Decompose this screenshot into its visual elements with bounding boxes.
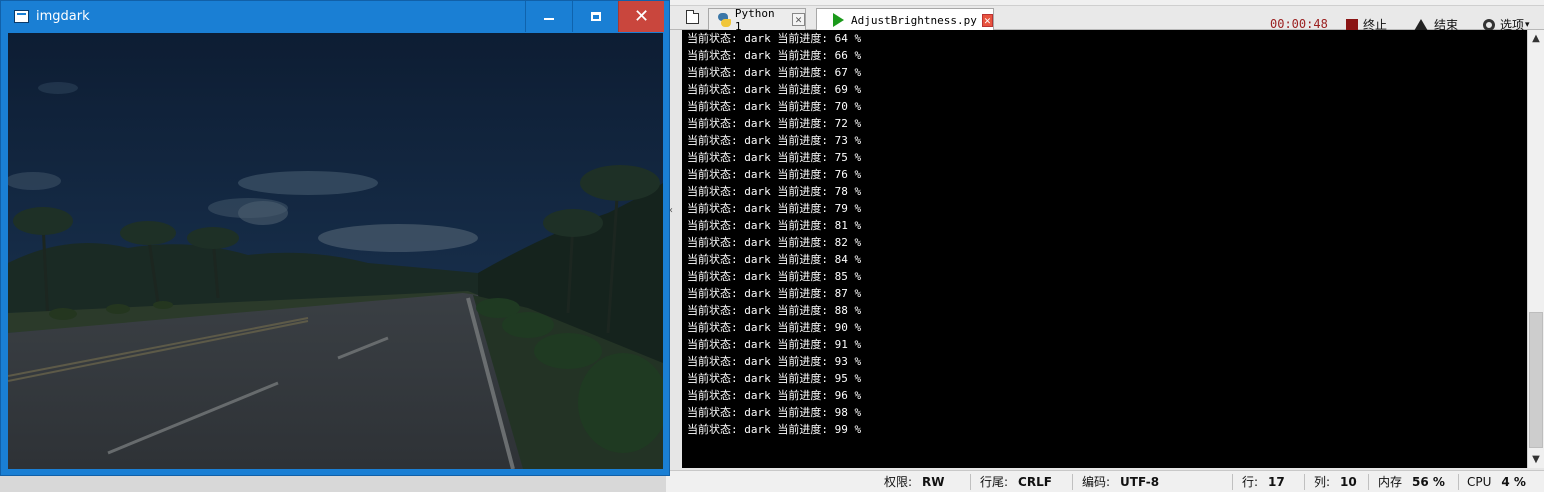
status-bar: 权限: RW 行尾: CRLF 编码: UTF-8 行: 17 列: 10 内存 56 % … xyxy=(666,470,1544,492)
status-row-label: 行: xyxy=(1242,475,1259,489)
warning-icon xyxy=(1414,18,1428,31)
tab-adjust-brightness-close-icon[interactable]: ✕ xyxy=(981,13,993,27)
status-col-label: 列: xyxy=(1314,475,1331,489)
console-line: 当前状态: dark 当前进度: 76 % xyxy=(687,168,862,181)
console-line: 当前状态: dark 当前进度: 84 % xyxy=(687,253,862,266)
status-eol-label: 行尾: xyxy=(980,475,1009,489)
window-app-icon xyxy=(14,10,29,23)
console-line: 当前状态: dark 当前进度: 70 % xyxy=(687,100,862,113)
status-encoding-label: 编码: xyxy=(1082,475,1111,489)
console-line: 当前状态: dark 当前进度: 93 % xyxy=(687,355,862,368)
status-memory-value: 56 % xyxy=(1412,475,1445,489)
status-divider xyxy=(970,474,971,490)
console-line: 当前状态: dark 当前进度: 79 % xyxy=(687,202,862,215)
status-line-ending: 行尾: CRLF xyxy=(980,474,1052,490)
status-divider xyxy=(1232,474,1233,490)
new-file-icon[interactable] xyxy=(686,10,699,24)
status-permission-value: RW xyxy=(922,475,945,489)
image-window[interactable]: imgdark ✕ xyxy=(0,0,670,476)
stop-icon xyxy=(1346,18,1358,31)
console-line: 当前状态: dark 当前进度: 67 % xyxy=(687,66,862,79)
scrollbar-thumb[interactable] xyxy=(1529,312,1543,448)
console-line: 当前状态: dark 当前进度: 99 % xyxy=(687,423,862,436)
status-divider xyxy=(1304,474,1305,490)
console-output-lines: 当前状态: dark 当前进度: 64 % 当前状态: dark 当前进度: 66… xyxy=(687,30,861,438)
status-divider xyxy=(1368,474,1369,490)
console-line: 当前状态: dark 当前进度: 72 % xyxy=(687,117,862,130)
console-line: 当前状态: dark 当前进度: 90 % xyxy=(687,321,862,334)
status-cpu-label: CPU xyxy=(1467,475,1492,489)
scroll-up-icon[interactable]: ▲ xyxy=(1528,30,1544,47)
tab-python-1[interactable]: Python 1 ✕ xyxy=(708,6,806,33)
console-line: 当前状态: dark 当前进度: 82 % xyxy=(687,236,862,249)
console-line: 当前状态: dark 当前进度: 95 % xyxy=(687,372,862,385)
console-line: 当前状态: dark 当前进度: 73 % xyxy=(687,134,862,147)
chevron-down-icon: ▾ xyxy=(1525,19,1530,30)
console-line: 当前状态: dark 当前进度: 66 % xyxy=(687,49,862,62)
darkened-road-image xyxy=(8,33,663,469)
status-permission: 权限: RW xyxy=(884,474,945,490)
ide-window: Python 1 ✕ AdjustBrightness.py ✕ 00:00:4… xyxy=(666,0,1544,492)
maximize-button[interactable] xyxy=(572,1,618,32)
console-line: 当前状态: dark 当前进度: 88 % xyxy=(687,304,862,317)
tab-adjust-brightness-label: AdjustBrightness.py xyxy=(851,13,977,27)
minimize-button[interactable] xyxy=(525,1,571,32)
status-encoding-value: UTF-8 xyxy=(1120,475,1160,489)
status-memory-label: 内存 xyxy=(1378,475,1403,489)
window-titlebar[interactable]: imgdark ✕ xyxy=(1,1,669,33)
status-row: 行: 17 xyxy=(1242,474,1285,490)
status-eol-value: CRLF xyxy=(1018,475,1052,489)
tab-python-1-close-icon[interactable]: ✕ xyxy=(792,13,805,26)
status-cpu: CPU 4 % xyxy=(1467,474,1526,490)
tab-adjust-brightness[interactable]: AdjustBrightness.py ✕ xyxy=(816,8,994,31)
run-timer: 00:00:48 xyxy=(1270,17,1328,31)
scroll-down-icon[interactable]: ▼ xyxy=(1528,451,1544,468)
status-permission-label: 权限: xyxy=(884,475,913,489)
running-play-icon xyxy=(833,13,844,27)
window-title: imgdark xyxy=(36,9,90,24)
console-line: 当前状态: dark 当前进度: 75 % xyxy=(687,151,862,164)
tab-python-1-label: Python 1 xyxy=(734,6,775,33)
console-line: 当前状态: dark 当前进度: 98 % xyxy=(687,406,862,419)
python-icon xyxy=(717,12,731,27)
close-button[interactable]: ✕ xyxy=(618,1,664,32)
console-line: 当前状态: dark 当前进度: 78 % xyxy=(687,185,862,198)
console-line: 当前状态: dark 当前进度: 64 % xyxy=(687,32,862,45)
status-col-value: 10 xyxy=(1340,475,1357,489)
status-divider xyxy=(1458,474,1459,490)
status-divider xyxy=(1072,474,1073,490)
status-encoding: 编码: UTF-8 xyxy=(1082,474,1159,490)
status-cpu-value: 4 % xyxy=(1501,475,1526,489)
console-line: 当前状态: dark 当前进度: 96 % xyxy=(687,389,862,402)
editor-tab-bar: Python 1 ✕ AdjustBrightness.py ✕ 00:00:4… xyxy=(666,6,1544,33)
close-icon: ✕ xyxy=(633,6,650,27)
console-line: 当前状态: dark 当前进度: 69 % xyxy=(687,83,862,96)
status-row-value: 17 xyxy=(1268,475,1285,489)
console-line: 当前状态: dark 当前进度: 91 % xyxy=(687,338,862,351)
maximize-icon xyxy=(590,11,601,21)
output-console[interactable]: 当前状态: dark 当前进度: 64 % 当前状态: dark 当前进度: 66… xyxy=(682,30,1527,468)
minimize-icon xyxy=(543,18,554,20)
console-line: 当前状态: dark 当前进度: 81 % xyxy=(687,219,862,232)
status-memory: 内存 56 % xyxy=(1378,474,1445,490)
console-line: 当前状态: dark 当前进度: 85 % xyxy=(687,270,862,283)
console-line: 当前状态: dark 当前进度: 87 % xyxy=(687,287,862,300)
console-scrollbar[interactable]: ▲ ▼ xyxy=(1527,30,1544,468)
gear-icon xyxy=(1483,18,1495,31)
status-column: 列: 10 xyxy=(1314,474,1357,490)
